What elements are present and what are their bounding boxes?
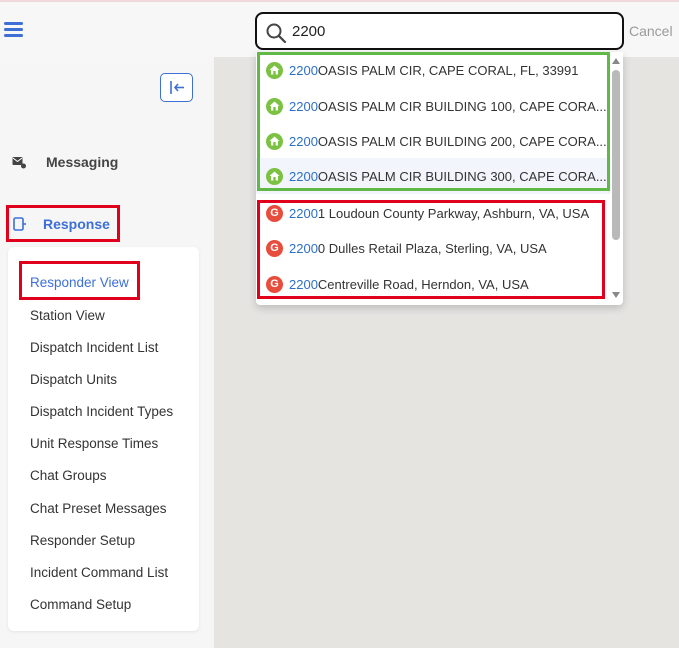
result-match-text: 2200 (289, 168, 318, 184)
submenu-item-responder-setup[interactable]: Responder Setup (30, 533, 135, 548)
result-item[interactable]: 2200 OASIS PALM CIR BUILDING 200, CAPE C… (256, 123, 611, 159)
submenu-item-chat-groups[interactable]: Chat Groups (30, 468, 107, 483)
response-icon (13, 216, 26, 231)
search-results-dropdown: 2200 OASIS PALM CIR, CAPE CORAL, FL, 339… (256, 52, 623, 305)
scroll-thumb[interactable] (612, 70, 620, 240)
hamburger-icon[interactable] (4, 22, 23, 38)
top-bar: Cancel (0, 0, 679, 57)
submenu-item-responder-view[interactable]: Responder View (30, 275, 129, 290)
search-input[interactable] (292, 18, 612, 44)
sidebar-item-messaging[interactable]: Messaging (12, 148, 118, 176)
submenu-item-dispatch-incident-list[interactable]: Dispatch Incident List (30, 340, 158, 355)
result-text: 1 Loudoun County Parkway, Ashburn, VA, U… (317, 205, 590, 221)
result-item[interactable]: G 2200 Centreville Road, Herndon, VA, US… (256, 266, 611, 302)
submenu-item-dispatch-units[interactable]: Dispatch Units (30, 372, 117, 387)
result-item[interactable]: G 2200 1 Loudoun County Parkway, Ashburn,… (256, 195, 611, 231)
home-icon (266, 61, 283, 79)
google-icon: G (266, 275, 283, 293)
home-icon (266, 97, 283, 115)
search-box[interactable] (255, 12, 624, 50)
result-text: Centreville Road, Herndon, VA, USA (317, 276, 529, 292)
sidebar-item-label: Messaging (46, 154, 119, 170)
result-item[interactable]: 2200 OASIS PALM CIR BUILDING 300, CAPE C… (256, 158, 611, 194)
submenu-item-command-setup[interactable]: Command Setup (30, 597, 131, 612)
submenu-item-incident-command-list[interactable]: Incident Command List (30, 565, 168, 580)
response-submenu: Responder View Station View Dispatch Inc… (8, 247, 199, 631)
home-icon (266, 167, 283, 185)
scroll-down-icon[interactable] (612, 292, 620, 298)
cancel-button[interactable]: Cancel (629, 23, 673, 39)
google-icon: G (266, 204, 283, 222)
result-text: OASIS PALM CIR BUILDING 200, CAPE CORA..… (317, 133, 607, 149)
result-text: 0 Dulles Retail Plaza, Sterling, VA, USA (317, 240, 547, 256)
collapse-sidebar-button[interactable] (160, 73, 193, 102)
result-text: OASIS PALM CIR, CAPE CORAL, FL, 33991 (317, 62, 579, 78)
result-item[interactable]: G 2200 0 Dulles Retail Plaza, Sterling, V… (256, 230, 611, 266)
results-scrollbar[interactable] (610, 58, 622, 303)
submenu-item-chat-preset-messages[interactable]: Chat Preset Messages (30, 501, 167, 516)
result-match-text: 2200 (289, 240, 318, 256)
search-icon (266, 23, 287, 44)
result-match-text: 2200 (289, 276, 318, 292)
home-icon (266, 132, 283, 150)
result-match-text: 2200 (289, 205, 318, 221)
result-item[interactable]: 2200 OASIS PALM CIR, CAPE CORAL, FL, 339… (256, 52, 611, 88)
sidebar-item-label: Response (43, 215, 110, 232)
result-text: OASIS PALM CIR BUILDING 100, CAPE CORA..… (317, 98, 607, 114)
scroll-up-icon[interactable] (612, 58, 620, 64)
google-icon: G (266, 239, 283, 257)
submenu-item-unit-response-times[interactable]: Unit Response Times (30, 436, 158, 451)
result-match-text: 2200 (289, 98, 318, 114)
sidebar: Messaging Response Responder View Statio… (0, 57, 214, 648)
result-match-text: 2200 (289, 133, 318, 149)
result-text: OASIS PALM CIR BUILDING 300, CAPE CORA..… (317, 168, 607, 184)
submenu-item-station-view[interactable]: Station View (30, 308, 105, 323)
sidebar-item-response[interactable]: Response (6, 205, 120, 242)
result-match-text: 2200 (289, 62, 318, 78)
collapse-left-icon (170, 81, 184, 94)
result-item[interactable]: 2200 OASIS PALM CIR BUILDING 100, CAPE C… (256, 88, 611, 124)
submenu-item-dispatch-incident-types[interactable]: Dispatch Incident Types (30, 404, 173, 419)
message-icon (12, 156, 26, 168)
